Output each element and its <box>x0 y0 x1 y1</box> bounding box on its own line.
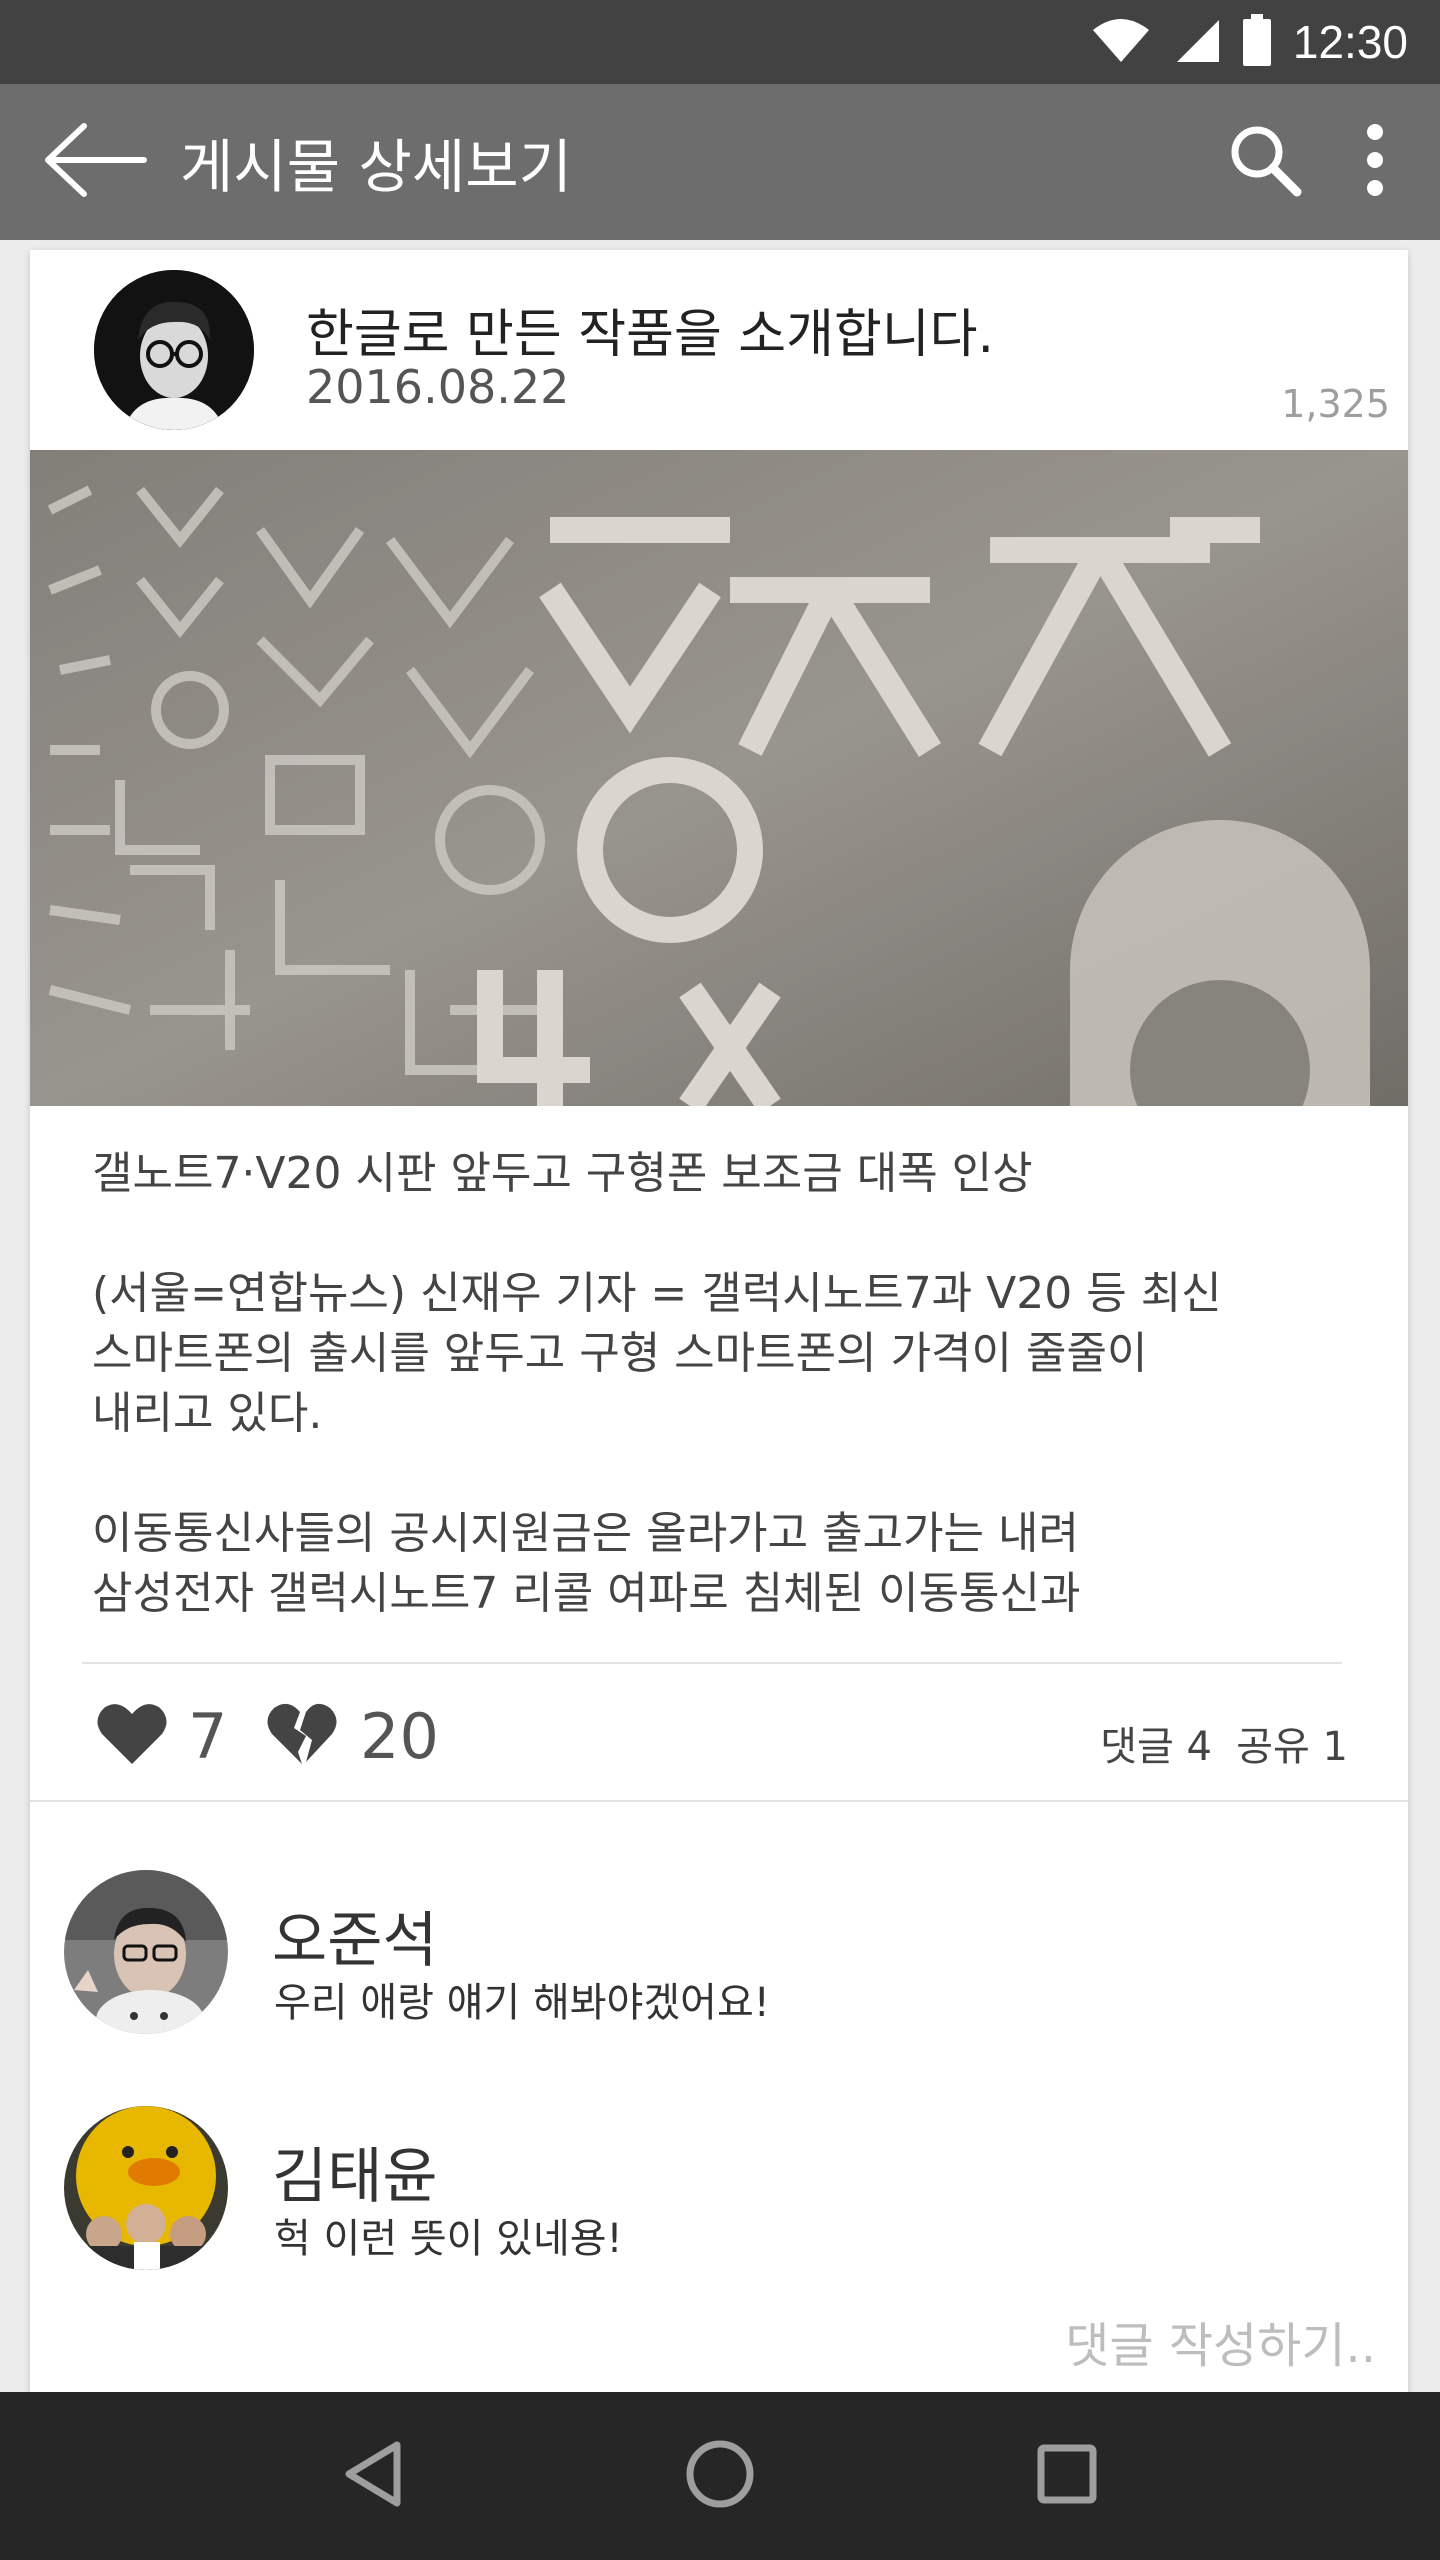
nav-recents-button[interactable] <box>1007 2416 1127 2536</box>
post-date: 2016.08.22 <box>306 360 570 414</box>
heart-icon[interactable] <box>96 1700 168 1770</box>
view-count: 1,325 <box>1281 382 1390 426</box>
triangle-back-icon <box>341 2439 405 2513</box>
share-count[interactable]: 공유 1 <box>1236 1714 1348 1772</box>
more-options-button[interactable] <box>1320 84 1430 240</box>
circle-home-icon <box>684 2438 756 2514</box>
comment-item: 김태윤 헉 이런 뜻이 있네용! <box>30 2106 1408 2306</box>
status-bar: 12:30 <box>0 0 1440 84</box>
nav-home-button[interactable] <box>660 2416 780 2536</box>
commenter-name: 김태윤 <box>272 2142 438 2212</box>
comment-text: 헉 이런 뜻이 있네용! <box>274 2216 623 2262</box>
more-vert-icon <box>1363 122 1387 202</box>
battery-icon <box>1242 14 1271 70</box>
comment-text: 우리 애랑 얘기 해봐야겠어요! <box>274 1980 770 2026</box>
commenter-name: 오준석 <box>272 1906 438 1976</box>
cell-signal-icon <box>1173 16 1221 68</box>
system-nav-bar <box>0 2392 1440 2560</box>
post-card: 한글로 만든 작품을 소개합니다. 2016.08.22 1,325 갤노트7·… <box>30 250 1408 2400</box>
reaction-bar: 7 20 댓글 4 공유 1 <box>30 1664 1408 1800</box>
square-recents-icon <box>1035 2442 1099 2510</box>
nav-back-button[interactable] <box>313 2416 433 2536</box>
broken-heart-icon[interactable] <box>266 1700 338 1770</box>
post-title: 한글로 만든 작품을 소개합니다. <box>306 305 995 365</box>
comment-item: 오준석 우리 애랑 얘기 해봐야겠어요! <box>30 1870 1408 2070</box>
post-image[interactable] <box>30 450 1408 1106</box>
post-body: 갤노트7·V20 시판 앞두고 구형폰 보조금 대폭 인상 (서울=연합뉴스) … <box>92 1148 1222 1619</box>
commenter-avatar[interactable] <box>64 2106 228 2270</box>
comment-count[interactable]: 댓글 4 <box>1100 1714 1212 1772</box>
search-button[interactable] <box>1210 84 1320 240</box>
write-comment-link[interactable]: 댓글 작성하기.. <box>1065 2306 1376 2376</box>
page-title: 게시물 상세보기 <box>180 133 572 201</box>
arrow-left-icon <box>40 120 150 204</box>
status-time: 12:30 <box>1292 16 1408 68</box>
search-icon <box>1227 122 1303 202</box>
like-count: 7 <box>188 1700 228 1773</box>
commenter-avatar[interactable] <box>64 1870 228 2034</box>
post-header: 한글로 만든 작품을 소개합니다. 2016.08.22 1,325 <box>30 250 1408 450</box>
wifi-icon <box>1091 16 1151 68</box>
author-avatar[interactable] <box>94 270 254 430</box>
dislike-count: 20 <box>360 1700 439 1773</box>
back-button[interactable] <box>20 84 170 240</box>
divider <box>30 1800 1408 1802</box>
app-bar: 게시물 상세보기 <box>0 84 1440 240</box>
